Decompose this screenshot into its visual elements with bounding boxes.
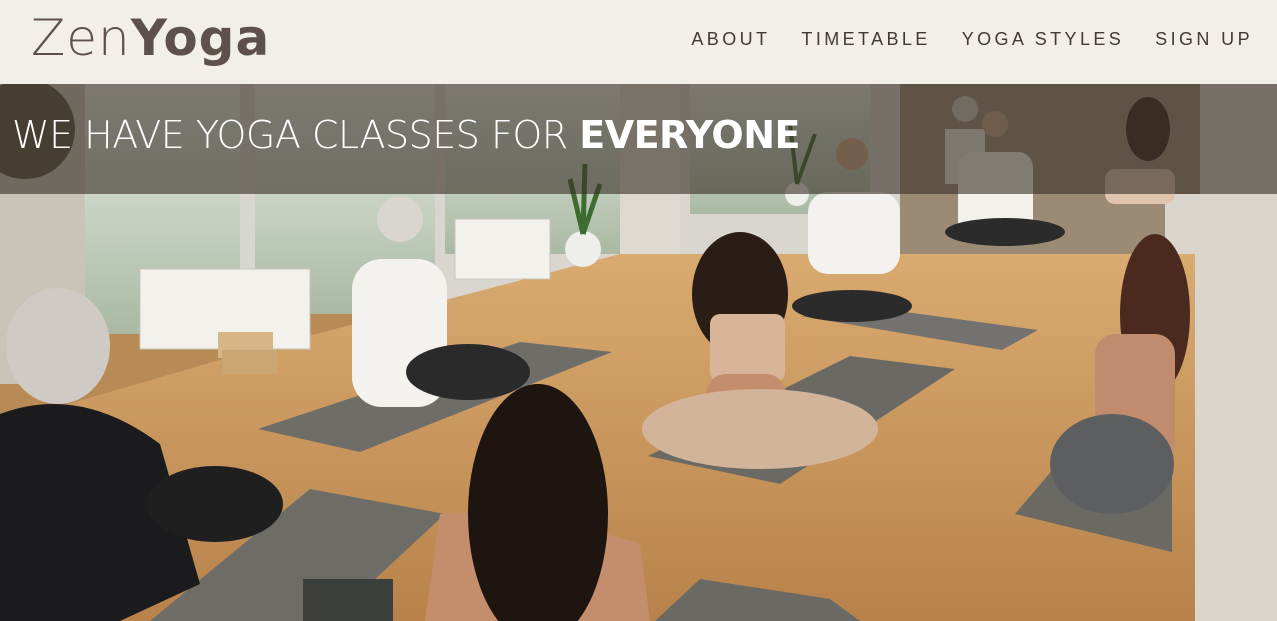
- reflection-legs-2: [945, 218, 1065, 246]
- nav-link-sign-up[interactable]: SIGN UP: [1155, 27, 1253, 51]
- main-nav: ABOUT TIMETABLE YOGA STYLES SIGN UP: [691, 27, 1253, 51]
- nav-link-timetable[interactable]: TIMETABLE: [801, 27, 930, 51]
- person-right-legs: [1050, 414, 1174, 514]
- hero-headline-light: WE HAVE YOGA CLASSES FOR: [12, 113, 580, 157]
- hero-banner: WE HAVE YOGA CLASSES FOR EVERYONE: [0, 84, 1277, 194]
- plant-pot-center: [565, 231, 601, 267]
- person-grey-hair: [6, 288, 110, 404]
- person-curly-top: [710, 314, 785, 382]
- instructor-torso: [808, 192, 900, 274]
- radiator-mid: [454, 218, 551, 280]
- person-blonde-head: [377, 196, 423, 242]
- logo-text-bold: Yoga: [130, 9, 271, 67]
- nav-link-about[interactable]: ABOUT: [691, 27, 770, 51]
- hero-headline: WE HAVE YOGA CLASSES FOR EVERYONE: [12, 110, 800, 160]
- hero-section: WE HAVE YOGA CLASSES FOR EVERYONE: [0, 84, 1277, 621]
- person-blonde-legs: [406, 344, 530, 400]
- instructor-legs: [792, 290, 912, 322]
- yoga-block-dark: [303, 579, 393, 621]
- logo-text-light: Zen: [31, 9, 131, 67]
- site-header: ZenYoga ABOUT TIMETABLE YOGA STYLES SIGN…: [0, 0, 1277, 84]
- site-logo[interactable]: ZenYoga: [31, 6, 270, 70]
- person-grey-legs: [147, 466, 283, 542]
- person-curly-legs: [642, 389, 878, 469]
- hero-headline-bold: EVERYONE: [579, 113, 800, 157]
- nav-link-yoga-styles[interactable]: YOGA STYLES: [962, 27, 1124, 51]
- yoga-block-2: [222, 350, 277, 374]
